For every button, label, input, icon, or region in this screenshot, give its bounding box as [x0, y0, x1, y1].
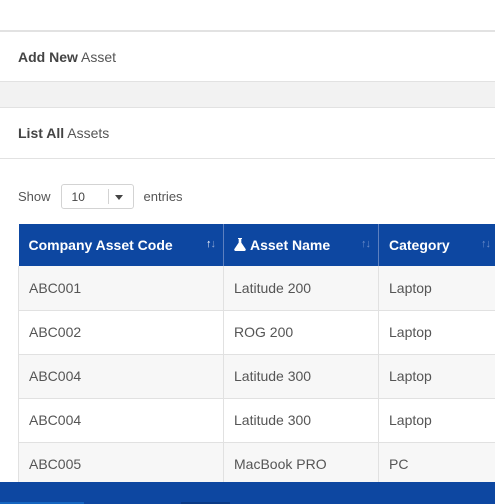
table-row[interactable]: ABC004 Latitude 300 Laptop [18, 354, 495, 399]
column-header-asset-name[interactable]: Asset Name ↑↓ [223, 224, 379, 266]
column-label: Company Asset Code [28, 237, 173, 253]
list-all-assets-panel[interactable]: List All Assets [0, 107, 495, 159]
entries-select[interactable]: 10 [60, 183, 134, 209]
add-new-asset-title[interactable]: Add New Asset [18, 48, 116, 66]
select-divider [107, 188, 109, 204]
list-all-assets-title[interactable]: List All Assets [18, 124, 109, 142]
table-row[interactable]: ABC002 ROG 200 Laptop [18, 310, 495, 355]
sort-icon[interactable]: ↑↓ [481, 238, 491, 250]
cell-asset-code: ABC002 [18, 310, 224, 355]
sort-ascending-icon[interactable]: ↑↓ [206, 238, 216, 250]
show-label: Show [18, 188, 51, 204]
chevron-down-icon[interactable] [114, 194, 123, 200]
entries-length-control: Show 10 entries [18, 183, 183, 209]
top-panel [0, 0, 495, 31]
list-all-bold: List All [18, 125, 65, 141]
add-new-asset-panel[interactable]: Add New Asset [0, 31, 495, 82]
assets-content: Show 10 entries Company Asset Code ↑↓ As… [0, 159, 495, 487]
add-new-bold: Add New [18, 49, 78, 65]
cell-asset-code: ABC001 [18, 266, 224, 311]
cell-category: Laptop [378, 310, 495, 355]
cell-category: Laptop [378, 266, 495, 311]
entries-select-value: 10 [71, 189, 85, 204]
cell-asset-code: ABC004 [18, 354, 224, 399]
cell-category: PC [378, 442, 495, 487]
column-label: Category [389, 237, 450, 253]
cell-asset-name: Latitude 300 [223, 398, 379, 443]
cell-category: Laptop [378, 354, 495, 399]
cell-asset-code: ABC005 [18, 442, 224, 487]
column-header-category[interactable]: Category ↑↓ [378, 224, 495, 266]
add-new-rest: Asset [81, 49, 117, 65]
cell-asset-name: ROG 200 [223, 310, 379, 355]
table-row[interactable]: ABC004 Latitude 300 Laptop [18, 398, 495, 443]
assets-table: Company Asset Code ↑↓ Asset Name ↑↓ Cate… [18, 224, 495, 487]
column-label: Asset Name [250, 237, 331, 253]
sort-icon[interactable]: ↑↓ [361, 238, 371, 250]
cell-category: Laptop [378, 398, 495, 443]
entries-label: entries [143, 188, 183, 204]
table-header-row: Company Asset Code ↑↓ Asset Name ↑↓ Cate… [18, 224, 495, 266]
list-all-rest: Assets [67, 125, 110, 141]
cell-asset-name: Latitude 200 [223, 266, 379, 311]
column-header-company-asset-code[interactable]: Company Asset Code ↑↓ [18, 224, 224, 266]
cell-asset-name: MacBook PRO [223, 442, 379, 487]
cell-asset-code: ABC004 [18, 398, 224, 443]
footer-bar [0, 482, 495, 504]
cell-asset-name: Latitude 300 [223, 354, 379, 399]
table-row[interactable]: ABC001 Latitude 200 Laptop [18, 266, 495, 311]
table-row[interactable]: ABC005 MacBook PRO PC [18, 442, 495, 487]
flask-icon [234, 238, 246, 251]
